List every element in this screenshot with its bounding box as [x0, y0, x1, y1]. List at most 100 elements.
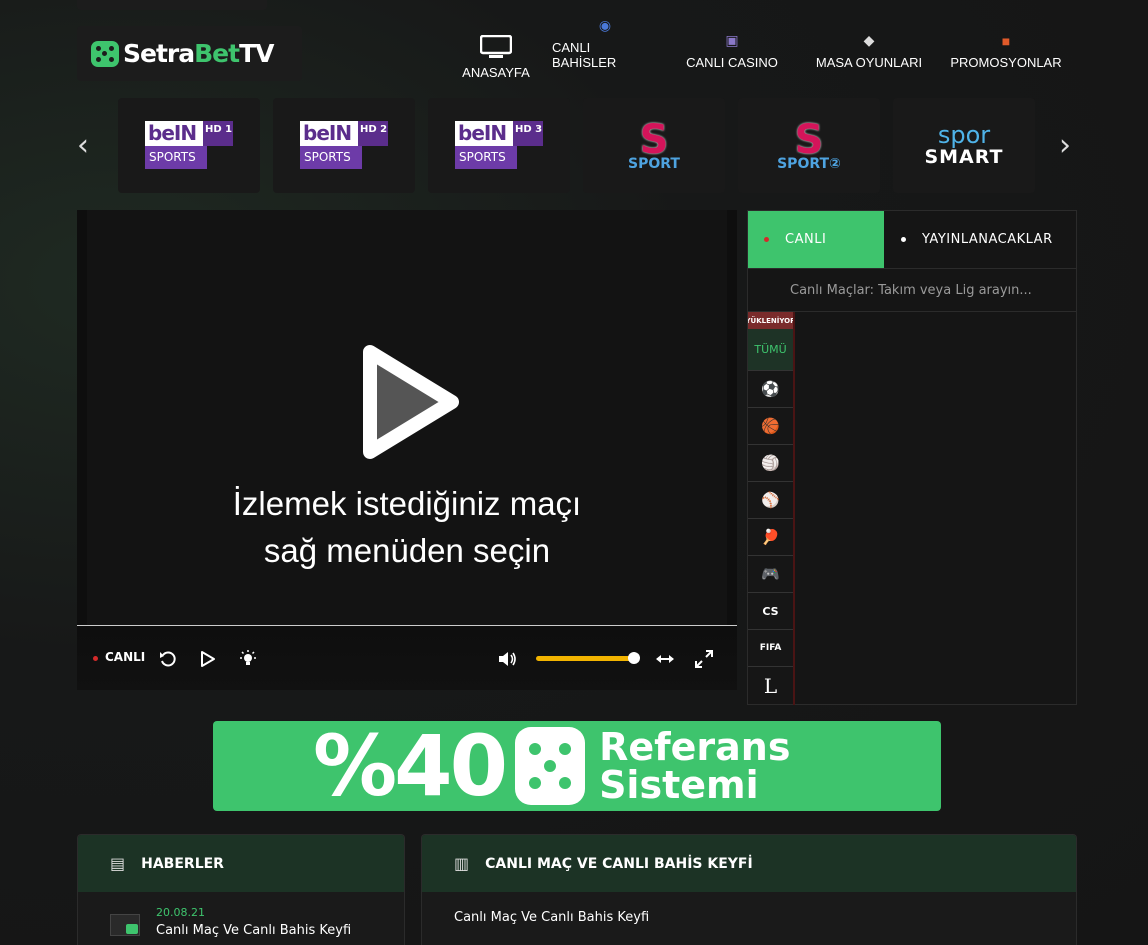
article-panel: ▥ CANLI MAÇ VE CANLI BAHİS KEYFİ Canlı M… [421, 834, 1077, 945]
sport-filter-list: YÜKLENİYOR TÜMÜ ⚽ 🏀 🏐 ⚾ 🏓 🎮 CS FIFA L [748, 312, 795, 705]
replay-icon[interactable] [159, 650, 177, 672]
news-date: 20.08.21 [156, 906, 205, 919]
live-dot [93, 656, 98, 661]
channel-bein-3[interactable]: beIN HD 3 SPORTS [428, 98, 570, 193]
article-header: ▥ CANLI MAÇ VE CANLI BAHİS KEYFİ [422, 835, 1076, 892]
channel-bein-2[interactable]: beIN HD 2 SPORTS [273, 98, 415, 193]
channel-carousel: ‹ beIN HD 1 SPORTS beIN HD 2 SPORTS beIN… [77, 98, 1077, 193]
dice-icon [515, 727, 586, 805]
banner-percent: %40 [313, 717, 508, 815]
referral-banner[interactable]: %40 Referans Sistemi [213, 717, 941, 815]
channel-logo-mark: S [794, 116, 824, 163]
tv-icon [480, 35, 512, 59]
logo-text: SetraBetTV [123, 39, 275, 68]
dice-logo-icon [91, 40, 119, 67]
main-nav: ANASAYFA ◉ CANLI BAHİSLER ▣ CANLI CASINO… [440, 17, 1080, 80]
book-icon: ▥ [454, 854, 470, 873]
loading-indicator: YÜKLENİYOR [748, 312, 793, 329]
counter-strike-icon[interactable]: CS [748, 593, 793, 630]
sport-filter-label: TÜMÜ [754, 343, 787, 356]
channel-logo-sub: SPORTS [300, 145, 362, 169]
channel-logo-sub: SPORTS [455, 145, 517, 169]
banner-line: Sistemi [599, 763, 759, 807]
volleyball-icon[interactable]: 🏐 [748, 445, 793, 482]
prompt-line: sağ menüden seçin [263, 532, 551, 569]
channel-logo-text: SPORT [628, 155, 680, 172]
prompt-line: İzlemek istediğiniz maçı [232, 485, 582, 522]
news-title: HABERLER [141, 855, 224, 872]
select-match-prompt: İzlemek istediğiniz maçı sağ menüden seç… [77, 480, 737, 574]
globe-icon: ◉ [598, 17, 612, 33]
play-small-icon[interactable] [199, 650, 217, 672]
channel-spor-smart[interactable]: spor SMART [893, 98, 1035, 193]
slot-icon: ▣ [725, 32, 739, 48]
volume-slider[interactable] [536, 656, 634, 661]
channel-logo-text: SPORT② [777, 155, 841, 172]
channel-logo-text: beIN [300, 120, 358, 146]
news-header: ▤ HABERLER [78, 835, 404, 892]
channel-hd-label: HD 1 [203, 120, 233, 146]
nav-home[interactable]: ANASAYFA [440, 30, 552, 80]
league-of-legends-icon[interactable]: L [748, 667, 793, 704]
channel-hd-label: HD 3 [513, 120, 543, 146]
dice-icon: ◆ [863, 32, 875, 48]
nav-label: CANLI CASINO [686, 55, 778, 70]
football-icon[interactable]: ⚽ [748, 371, 793, 408]
channel-logo-text: beIN [455, 120, 513, 146]
top-strip [77, 0, 267, 10]
channel-hd-label: HD 2 [358, 120, 388, 146]
channel-logo-sub: SMART [924, 145, 1004, 168]
tab-label: YAYINLANACAKLAR [922, 232, 1053, 247]
channel-logo-sub: SPORTS [145, 145, 207, 169]
nav-promotions[interactable]: ■ PROMOSYONLAR [932, 30, 1080, 78]
nav-label: CANLI BAHİSLER [552, 40, 617, 70]
channel-logo-mark: S [639, 116, 669, 163]
article-title: CANLI MAÇ VE CANLI BAHİS KEYFİ [485, 855, 753, 872]
banner-line: Referans [599, 725, 791, 769]
nav-live-casino[interactable]: ▣ CANLI CASINO [658, 30, 806, 78]
news-thumbnail [110, 914, 140, 936]
channel-s-sport-2[interactable]: S SPORT② [738, 98, 880, 193]
news-item[interactable]: 20.08.21 Canlı Maç Ve Canlı Bahis Keyfi [78, 892, 404, 938]
esports-gamepad-icon[interactable]: 🎮 [748, 556, 793, 593]
search-placeholder: Canlı Maçlar: Takım veya Lig arayın... [790, 282, 1032, 298]
channel-logo-text: spor [937, 120, 991, 149]
banner-text: Referans Sistemi [599, 728, 790, 804]
table-tennis-icon[interactable]: 🏓 [748, 519, 793, 556]
channel-bein-1[interactable]: beIN HD 1 SPORTS [118, 98, 260, 193]
nav-live-bets[interactable]: ◉ CANLI BAHİSLER [552, 17, 658, 78]
play-icon[interactable] [354, 340, 464, 465]
fifa-icon[interactable]: FIFA [748, 630, 793, 667]
nav-label: PROMOSYONLAR [950, 55, 1062, 70]
news-item-title: Canlı Maç Ve Canlı Bahis Keyfi [156, 923, 352, 938]
fullscreen-icon[interactable] [695, 650, 713, 672]
light-bulb-icon[interactable] [239, 650, 257, 672]
chevron-left-icon[interactable]: ‹ [77, 128, 89, 163]
newspaper-icon: ▤ [110, 854, 126, 873]
chevron-right-icon[interactable]: › [1059, 128, 1071, 163]
channel-logo-text: beIN [145, 120, 203, 146]
sport-filter-all[interactable]: TÜMÜ [748, 329, 793, 371]
match-search-input[interactable]: Canlı Maçlar: Takım veya Lig arayın... [748, 269, 1076, 312]
player-controls: CANLI [77, 626, 737, 690]
basketball-icon[interactable]: 🏀 [748, 408, 793, 445]
logo[interactable]: SetraBetTV [77, 26, 302, 81]
tennis-icon[interactable]: ⚾ [748, 482, 793, 519]
nav-label: ANASAYFA [462, 65, 530, 80]
tab-dot [901, 237, 906, 242]
tab-upcoming[interactable]: YAYINLANACAKLAR [884, 211, 1076, 268]
gift-icon: ■ [1001, 33, 1011, 49]
nav-label: MASA OYUNLARI [815, 55, 923, 70]
live-label: CANLI [105, 650, 146, 664]
nav-table-games[interactable]: ◆ MASA OYUNLARI [806, 30, 932, 78]
news-panel: ▤ HABERLER 20.08.21 Canlı Maç Ve Canlı B… [77, 834, 405, 945]
tab-live[interactable]: CANLI [748, 211, 884, 268]
volume-icon[interactable] [497, 650, 517, 672]
tab-label: CANLI [785, 232, 827, 247]
article-subtitle: Canlı Maç Ve Canlı Bahis Keyfi [454, 910, 650, 925]
video-player[interactable]: İzlemek istediğiniz maçı sağ menüden seç… [77, 210, 737, 690]
wide-mode-icon[interactable] [655, 650, 675, 672]
channel-s-sport[interactable]: S SPORT [583, 98, 725, 193]
volume-knob[interactable] [628, 652, 640, 664]
tab-dot [764, 237, 769, 242]
